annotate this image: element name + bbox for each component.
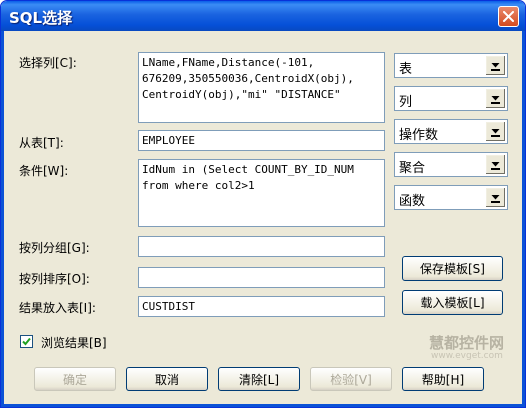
tables-combo-arrow[interactable] [485,55,506,76]
browse-results-checkbox[interactable] [20,335,33,348]
chevron-down-icon [491,128,500,137]
chevron-down-icon [491,95,500,104]
save-template-button[interactable]: 保存模板[S] [402,256,503,281]
functions-combo-value: 函数 [399,194,426,209]
chevron-down-icon [491,161,500,170]
clear-button[interactable]: 清除[L] [218,367,300,391]
functions-combo-arrow[interactable] [485,187,506,208]
group-by-field[interactable] [138,236,385,257]
chevron-down-icon [491,194,500,203]
result-table-field[interactable]: CUSTDIST [138,296,385,317]
window-frame-left [1,31,4,407]
tables-combo-value: 表 [399,62,413,77]
aggregates-combo-value: 聚合 [399,161,426,176]
title-bar: SQL选择 [1,1,525,31]
browse-results-label[interactable]: 浏览结果[B] [41,334,107,351]
window-frame-right [522,31,525,407]
aggregates-combo[interactable]: 聚合 [394,152,508,177]
sql-select-dialog: SQL选择 选择列[C]: 从表[T]: 条件[W]: 按列分组[G]: 按列排… [0,0,526,408]
from-table-label: 从表[T]: [19,136,64,150]
cancel-button[interactable]: 取消 [126,367,208,391]
check-icon [22,337,31,346]
operators-combo-value: 操作数 [399,128,439,143]
select-columns-field[interactable]: LName,FName,Distance(-101, 676209,350550… [138,52,385,123]
watermark-url: www.evget.com [431,351,503,361]
order-by-field[interactable] [138,267,385,288]
verify-button[interactable]: 检验[V] [310,367,392,391]
condition-label: 条件[W]: [19,164,69,178]
close-button[interactable] [498,6,519,27]
help-button[interactable]: 帮助[H] [402,367,484,391]
functions-combo[interactable]: 函数 [394,185,508,210]
from-table-field[interactable]: EMPLOYEE [138,130,385,151]
order-by-label: 按列排序[O]: [19,272,90,286]
group-by-label: 按列分组[G]: [19,241,90,255]
operators-combo-arrow[interactable] [485,121,506,142]
close-icon [503,11,514,22]
window-frame-bottom [1,404,525,407]
ok-button[interactable]: 确定 [34,367,116,391]
chevron-down-icon [491,62,500,71]
condition-field[interactable]: IdNum in (Select COUNT_BY_ID_NUM from wh… [138,159,385,227]
aggregates-combo-arrow[interactable] [485,154,506,175]
columns-combo-arrow[interactable] [485,88,506,109]
operators-combo[interactable]: 操作数 [394,119,508,144]
columns-combo-value: 列 [399,95,413,110]
tables-combo[interactable]: 表 [394,53,508,78]
window-title: SQL选择 [9,9,73,27]
columns-combo[interactable]: 列 [394,86,508,111]
select-columns-label: 选择列[C]: [19,56,77,70]
result-table-label: 结果放入表[I]: [19,301,96,315]
watermark-text: 慧都控件网 [429,334,505,352]
load-template-button[interactable]: 载入模板[L] [402,290,503,315]
